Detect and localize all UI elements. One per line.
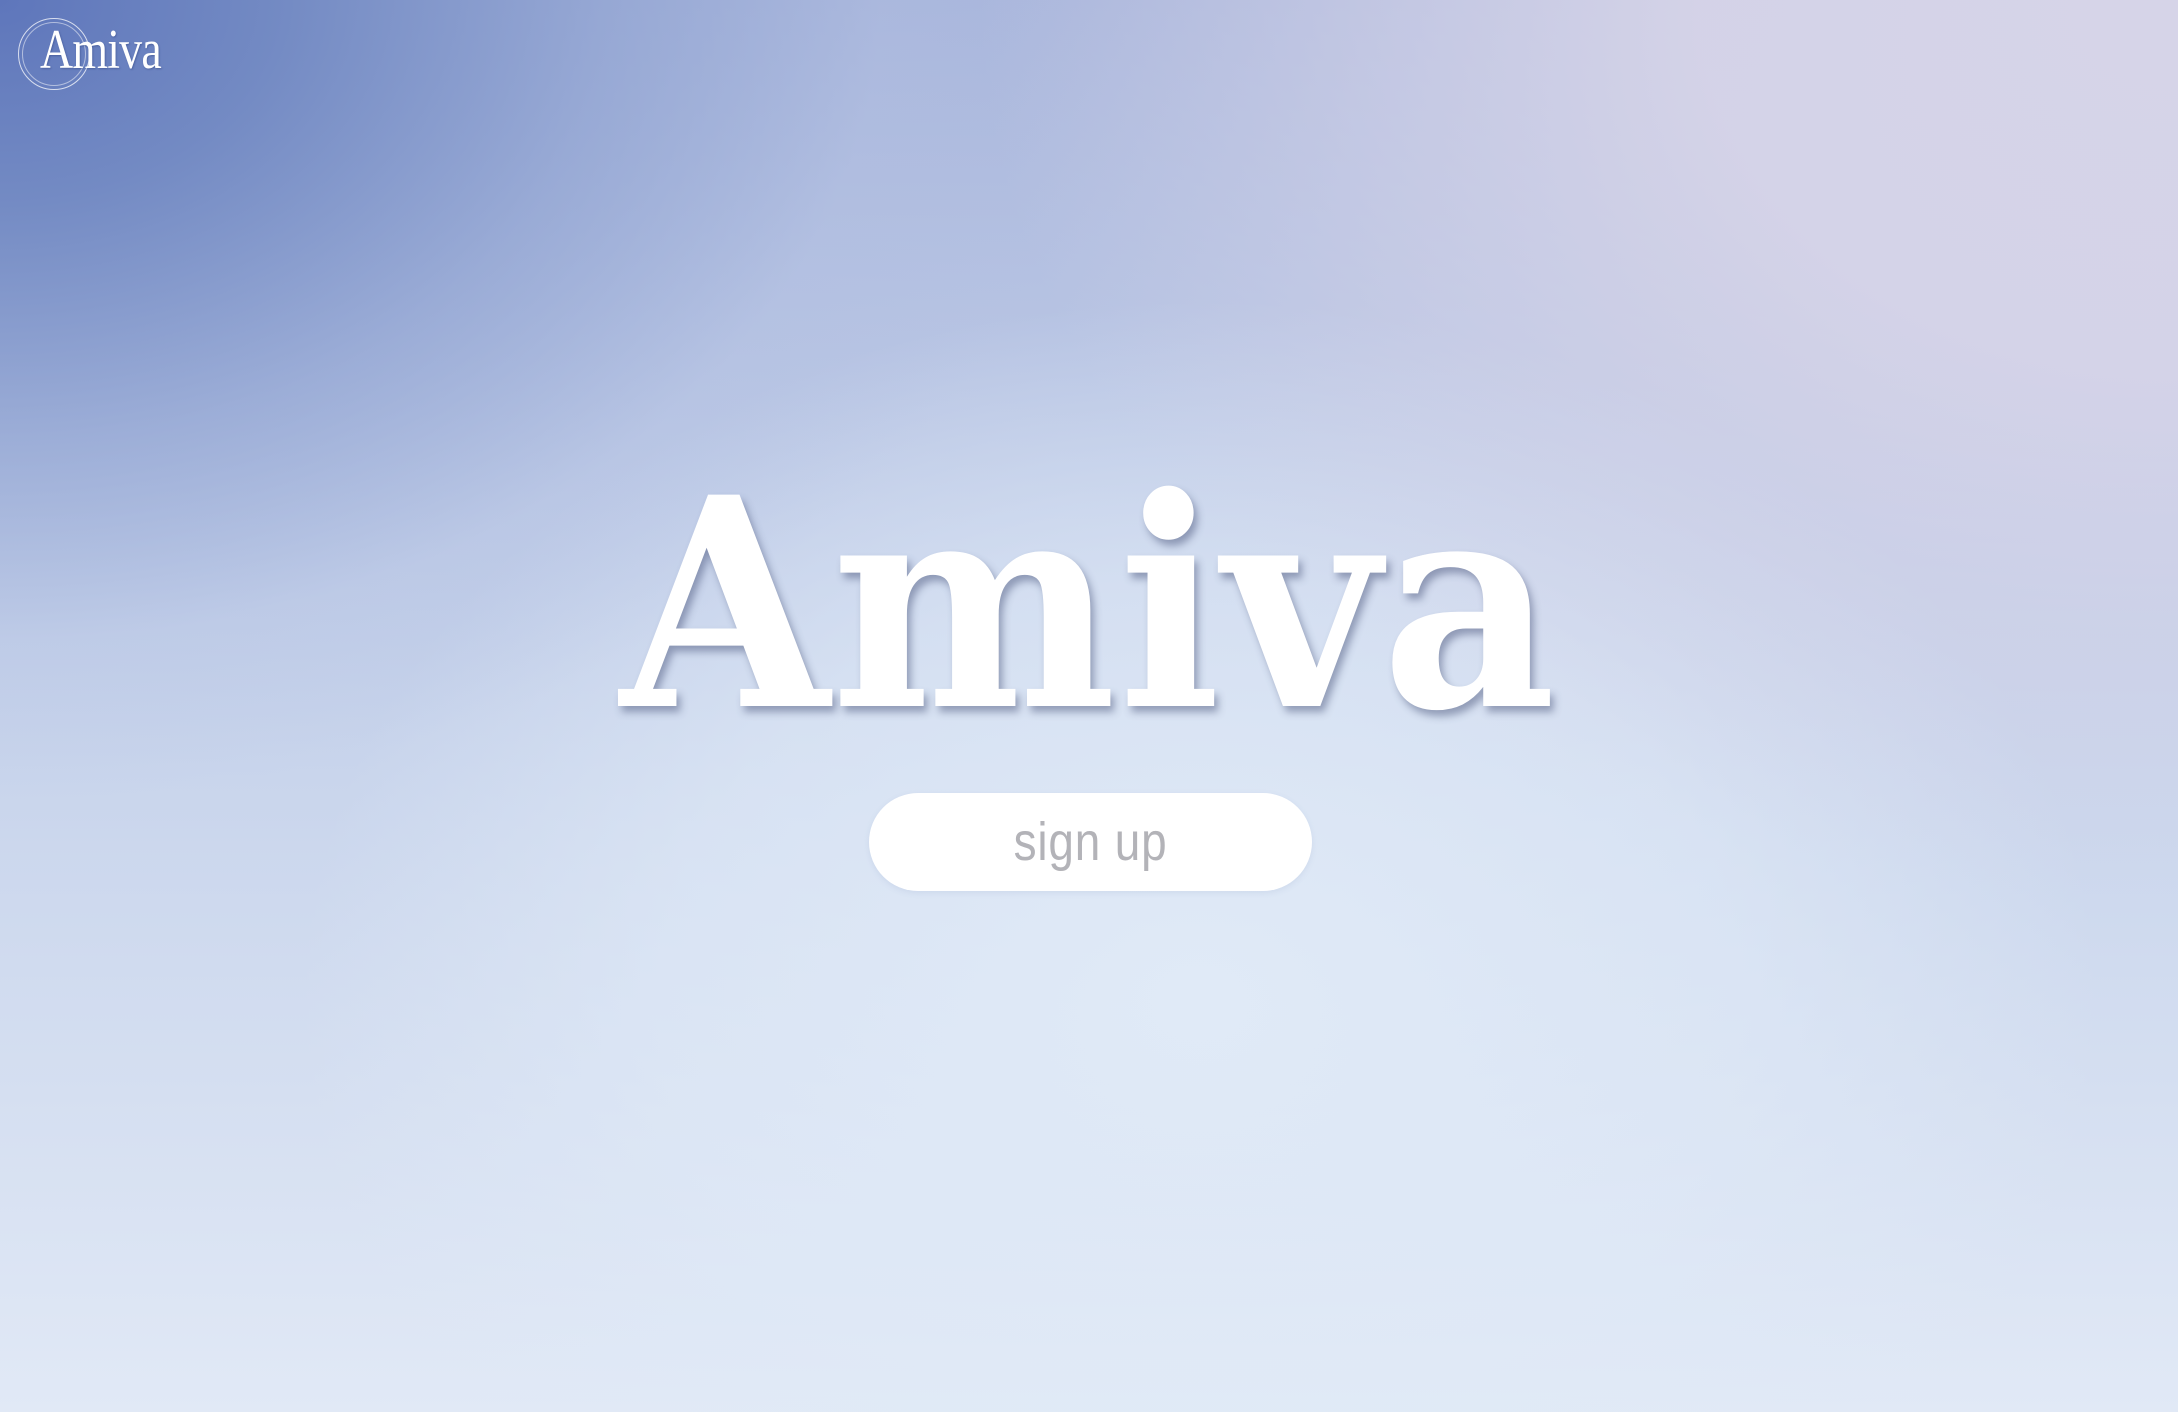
- logo[interactable]: Amiva: [18, 18, 188, 98]
- sign-up-button[interactable]: sign up: [869, 793, 1312, 891]
- logo-text: Amiva: [40, 19, 162, 81]
- hero-title: Amiva: [620, 435, 1558, 775]
- sign-up-label: sign up: [1013, 812, 1168, 872]
